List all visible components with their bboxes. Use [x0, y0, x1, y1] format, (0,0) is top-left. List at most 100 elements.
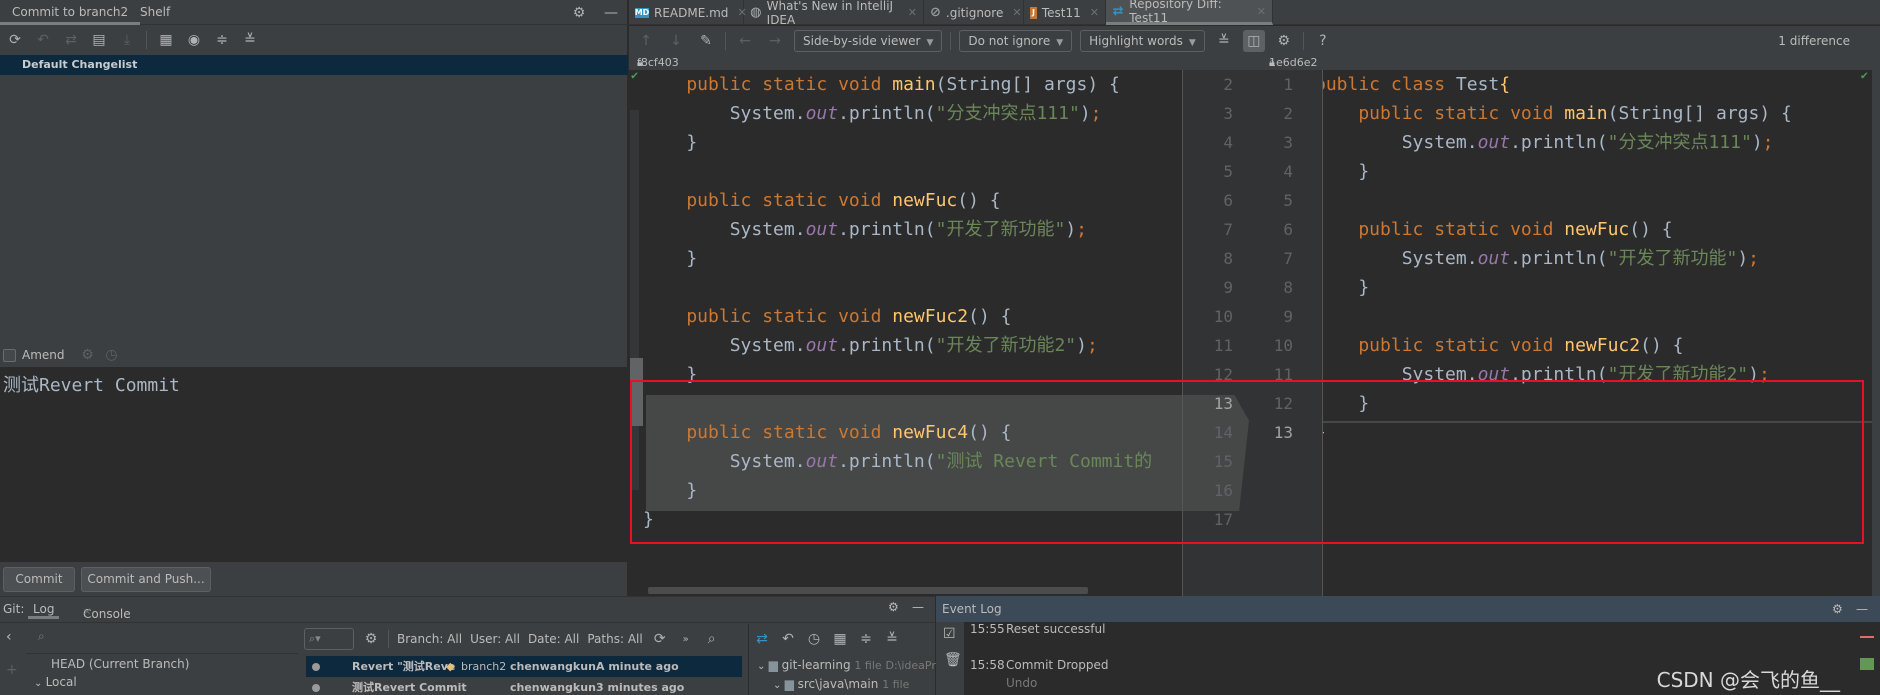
more-icon[interactable]: » [677, 630, 695, 648]
branch-search-input[interactable]: ⌕ [26, 624, 298, 654]
event-log-window: Event Log ⚙ — ☑ 🗑︎ 15:55 Reset successfu… [936, 596, 1880, 695]
close-icon[interactable]: ✕ [1012, 6, 1021, 19]
graph-node [312, 663, 320, 671]
left-editor-scrollbar-track[interactable] [630, 110, 639, 490]
help-icon[interactable]: ? [1312, 30, 1334, 52]
tab-test11[interactable]: J Test11 ✕ [1024, 0, 1106, 25]
line-number: 16 [1213, 481, 1233, 500]
tree-node-root[interactable]: ⌄ ▆ git-learning 1 file D:\ideaPr [757, 658, 936, 672]
branch-group-local[interactable]: ⌄ Local [34, 675, 77, 689]
code-token: .println( [838, 219, 936, 240]
collapse-all-icon[interactable]: ≚ [241, 31, 259, 49]
close-icon[interactable]: ✕ [83, 607, 91, 618]
minimize-icon[interactable]: — [1856, 602, 1868, 616]
group-by-icon[interactable]: ▦ [157, 31, 175, 49]
forward-arrow-icon[interactable]: → [764, 30, 786, 52]
log-search-input[interactable]: ⌕▾ [304, 628, 354, 650]
next-difference-icon[interactable]: ↓ [665, 30, 687, 52]
left-editor-scrollbar-thumb[interactable] [630, 358, 643, 426]
code-token: System. [1322, 248, 1478, 269]
code-token: "开发了新功能2" [1607, 364, 1749, 385]
tab-log[interactable]: Log [28, 602, 60, 619]
collapse-left-icon[interactable]: ‹ [6, 629, 12, 645]
update-icon[interactable]: ⤓ [118, 31, 136, 49]
tab-readme[interactable]: MD README.md ✕ [629, 0, 747, 25]
refresh-icon[interactable]: ⟳ [6, 31, 24, 49]
code-token: out [805, 103, 839, 124]
changelist-row[interactable]: Default Changelist [0, 55, 628, 75]
commit-options-gear-icon[interactable]: ⚙ [79, 346, 97, 364]
toolbar-separator [725, 32, 726, 50]
deletion-marker-line [1323, 421, 1872, 423]
commit-message-input[interactable]: 测试Revert Commit [0, 367, 628, 562]
amend-label[interactable]: Amend [22, 348, 65, 362]
edit-source-icon[interactable]: ✎ [695, 30, 717, 52]
minimize-icon[interactable]: — [602, 4, 620, 22]
code-token: public static void [1322, 335, 1565, 356]
code-token: main [1564, 103, 1608, 124]
settings-gear-icon[interactable]: ⚙ [362, 630, 380, 648]
view-options-icon[interactable]: ◉ [185, 31, 203, 49]
horizontal-scrollbar[interactable] [648, 587, 1088, 594]
log-toolbar: ⌕▾ ⚙ Branch: All User: All Date: All Pat… [298, 624, 748, 654]
code-token: (String[] args) { [1607, 103, 1792, 124]
refresh-icon[interactable]: ⟳ [651, 630, 669, 648]
filter-date[interactable]: Date: All [528, 632, 579, 646]
right-editor-scrollbar[interactable] [1872, 56, 1880, 596]
search-icon[interactable]: ⌕ [703, 630, 721, 648]
close-icon[interactable]: ✕ [1257, 5, 1266, 18]
gear-icon[interactable]: ⚙ [570, 4, 588, 22]
code-token: } [1358, 393, 1370, 414]
settings-gear-icon[interactable]: ⚙ [1273, 30, 1295, 52]
back-arrow-icon[interactable]: ← [734, 30, 756, 52]
tab-shelf[interactable]: Shelf [128, 0, 182, 25]
close-icon[interactable]: ✕ [1090, 6, 1099, 19]
minimize-icon[interactable]: — [912, 600, 924, 614]
tab-repository-diff[interactable]: ⇄ Repository Diff: Test11 ✕ [1106, 0, 1273, 25]
code-token: ; [1748, 248, 1759, 269]
filter-paths[interactable]: Paths: All [587, 632, 642, 646]
expand-all-icon[interactable]: ≑ [213, 31, 231, 49]
history-icon[interactable]: ◷ [805, 630, 823, 648]
trash-icon[interactable]: 🗑︎ [944, 652, 962, 668]
undo-link[interactable]: Undo [1006, 676, 1037, 690]
expand-all-icon[interactable]: ≑ [857, 630, 875, 648]
branch-item-head[interactable]: HEAD (Current Branch) [51, 657, 189, 671]
commit-row[interactable]: Revert "测试Reve ◆ branch2 chenwangkun A m… [306, 656, 742, 677]
commit-button[interactable]: Commit [3, 567, 75, 592]
show-diff-icon[interactable]: ⇄ [62, 31, 80, 49]
add-icon[interactable]: + [6, 662, 18, 678]
tab-gitignore[interactable]: ⊘ .gitignore ✕ [924, 0, 1024, 25]
changelist-name: Default Changelist [22, 58, 138, 71]
tab-commit[interactable]: Commit to branch2 [0, 0, 141, 25]
code-line: public static void newFuc4() { [643, 418, 1011, 447]
highlight-policy-dropdown[interactable]: Highlight words ▼ [1080, 30, 1205, 52]
commit-row[interactable]: 测试Revert Commit chenwangkun 3 minutes ag… [306, 677, 742, 695]
revert-icon[interactable]: ↶ [779, 630, 797, 648]
tree-node-folder[interactable]: ⌄ ▆ src\java\main 1 file [773, 677, 909, 691]
sync-scroll-icon[interactable]: ◫ [1242, 30, 1265, 52]
left-diff-editor[interactable]: ✔ public static void main(String[] args)… [629, 70, 1182, 596]
viewer-mode-dropdown[interactable]: Side-by-side viewer ▼ [794, 30, 943, 52]
close-icon[interactable]: ✕ [908, 6, 917, 19]
previous-difference-icon[interactable]: ↑ [635, 30, 657, 52]
filter-user[interactable]: User: All [470, 632, 520, 646]
highlight-policy-value: Highlight words [1089, 34, 1183, 48]
commit-history-clock-icon[interactable]: ◷ [103, 346, 121, 364]
gear-icon[interactable]: ⚙ [888, 600, 899, 614]
rollback-icon[interactable]: ↶ [34, 31, 52, 49]
commit-message: Revert "测试Reve [352, 660, 456, 673]
collapse-unchanged-icon[interactable]: ≚ [1213, 30, 1235, 52]
mark-read-icon[interactable]: ☑ [943, 626, 956, 642]
changelist-icon[interactable]: ▤ [90, 31, 108, 49]
ignore-policy-dropdown[interactable]: Do not ignore ▼ [959, 30, 1073, 52]
show-diff-icon[interactable]: ⇄ [753, 630, 771, 648]
gear-icon[interactable]: ⚙ [1832, 602, 1843, 616]
tab-whats-new[interactable]: ◍ What's New in IntelliJ IDEA ✕ [744, 0, 924, 27]
group-by-icon[interactable]: ▦ [831, 630, 849, 648]
amend-checkbox[interactable] [3, 348, 16, 362]
commit-and-push-button[interactable]: Commit and Push... [81, 567, 211, 592]
filter-branch[interactable]: Branch: All [397, 632, 462, 646]
collapse-all-icon[interactable]: ≚ [883, 630, 901, 648]
right-diff-editor[interactable]: ✔ public class Test{ public static void … [1322, 70, 1872, 596]
